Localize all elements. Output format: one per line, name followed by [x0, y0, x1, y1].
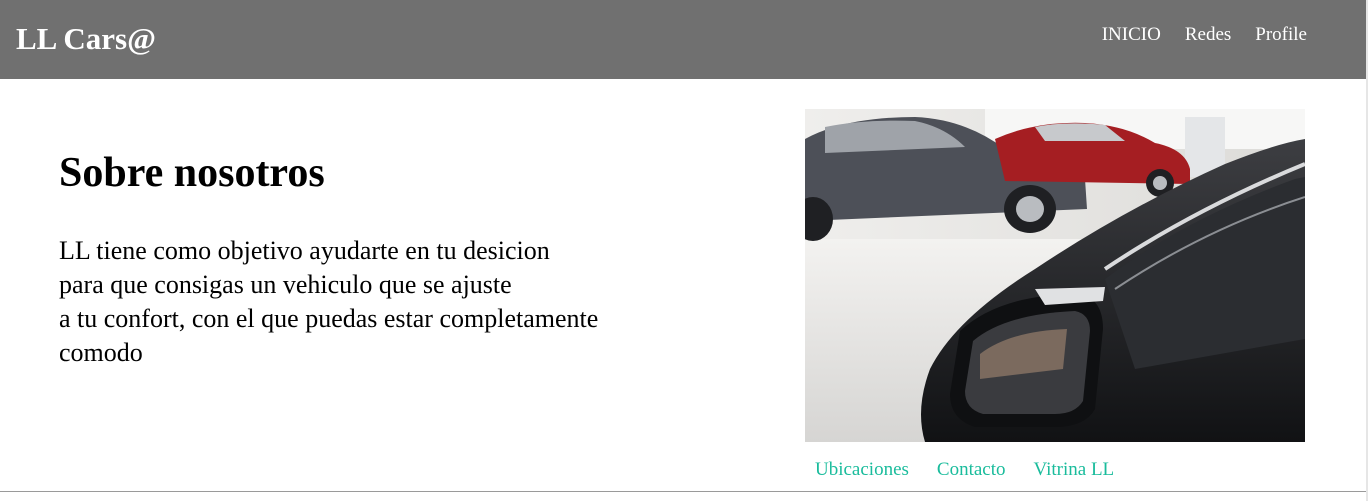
about-paragraph: LL tiene como objetivo ayudarte en tu de…	[59, 234, 739, 370]
navbar: LL Cars@ INICIO Redes Profile	[0, 0, 1368, 79]
footer-link-contacto[interactable]: Contacto	[937, 458, 1006, 482]
footer-link-vitrina[interactable]: Vitrina LL	[1034, 458, 1115, 482]
footer-divider	[0, 491, 1366, 492]
showroom-cars-image	[805, 109, 1305, 442]
footer-nav: Ubicaciones Contacto Vitrina LL	[815, 458, 1114, 482]
about-line: para que consigas un vehiculo que se aju…	[59, 270, 512, 299]
main-nav: INICIO Redes Profile	[1102, 23, 1307, 47]
nav-link-profile[interactable]: Profile	[1255, 23, 1307, 47]
brand-logo-text[interactable]: LL Cars@	[16, 20, 156, 58]
about-title: Sobre nosotros	[59, 150, 325, 196]
about-section: Sobre nosotros LL tiene como objetivo ay…	[59, 148, 739, 370]
about-line: LL tiene como objetivo ayudarte en tu de…	[59, 236, 550, 265]
about-line: a tu confort, con el que puedas estar co…	[59, 304, 599, 333]
nav-link-redes[interactable]: Redes	[1185, 23, 1231, 47]
footer-link-ubicaciones[interactable]: Ubicaciones	[815, 458, 909, 482]
nav-link-inicio[interactable]: INICIO	[1102, 23, 1161, 47]
about-line: comodo	[59, 338, 143, 367]
